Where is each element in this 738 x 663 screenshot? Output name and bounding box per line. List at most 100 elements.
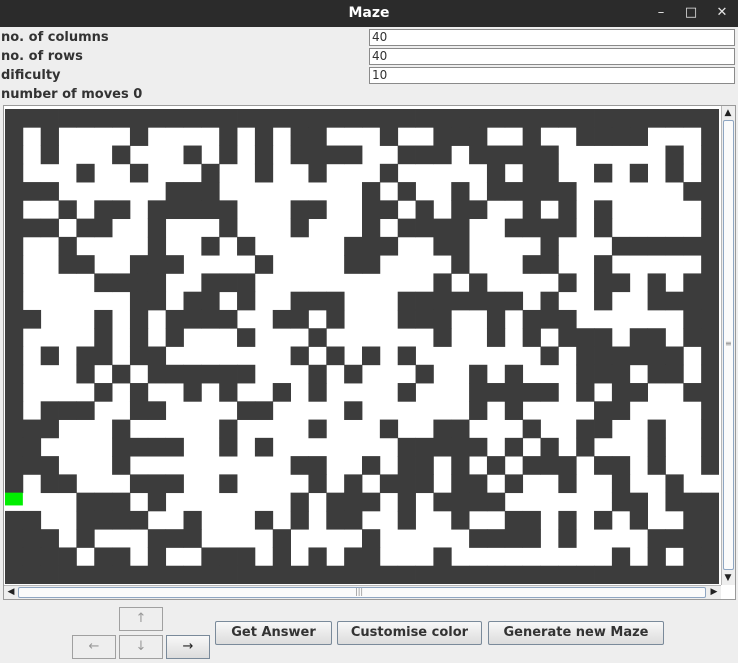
maze-wall-cell [522,145,541,165]
maze-wall-cell [594,200,613,220]
maze-wall-cell [683,529,702,548]
maze-wall-cell [308,547,327,567]
columns-input[interactable]: 40 [369,29,735,46]
maze-wall-cell [451,218,470,238]
maze-wall-cell [594,510,613,530]
maze-wall-cell [76,565,95,584]
maze-wall-cell [594,346,613,366]
maze-wall-cell [308,127,327,146]
vertical-scrollbar[interactable]: ▲ ≡ ▼ [721,106,735,585]
maximize-icon[interactable]: □ [682,4,700,22]
maze-wall-cell [683,510,702,530]
maze-wall-cell [486,492,506,512]
maze-wall-cell [701,346,719,366]
maze-wall-cell [58,401,77,420]
maze-wall-cell [5,328,24,347]
maze-wall-cell [165,200,184,220]
maze-wall-cell [76,401,95,420]
scroll-left-arrow-icon[interactable]: ◀ [5,586,17,598]
maze-wall-cell [58,565,77,584]
maze-wall-cell [486,565,506,584]
maze-wall-cell [701,145,719,165]
maze-wall-cell [647,419,666,439]
maze-wall-cell [504,383,524,402]
maze-wall-cell [129,474,149,494]
maze-wall-cell [5,364,24,384]
maze-wall-cell [701,565,719,584]
maze-wall-cell [397,291,416,311]
maze-wall-cell [397,218,416,238]
maze-wall-cell [5,273,24,293]
maze-wall-cell [183,364,202,384]
maze-wall-cell [647,109,666,128]
maze-wall-cell [611,273,631,293]
move-left-button[interactable]: ← [72,635,116,659]
maze-wall-cell [433,109,452,128]
move-right-button[interactable]: → [166,635,210,659]
maze-wall-cell [94,510,113,530]
maze-wall-cell [5,346,24,366]
maze-wall-cell [129,109,149,128]
rows-input[interactable]: 40 [369,48,735,65]
maze-wall-cell [326,309,345,329]
maze-wall-cell [594,255,613,274]
maze-wall-cell [58,474,77,494]
maze-wall-cell [701,182,719,201]
maze-wall-cell [362,529,381,548]
maze-wall-cell [379,236,399,256]
maze-wall-cell [254,127,274,146]
difficulty-input[interactable]: 10 [369,67,735,84]
maze-wall-cell [522,163,541,183]
maze-wall-cell [254,401,274,420]
maze-wall-cell [129,163,149,183]
scroll-up-arrow-icon[interactable]: ▲ [722,107,734,119]
maze-wall-cell [701,127,719,146]
maze-wall-cell [629,109,648,128]
maze-wall-cell [397,145,416,165]
maze-wall-cell [665,236,684,256]
maze-board[interactable] [5,109,719,584]
maze-wall-cell [219,200,238,220]
maze-wall-cell [5,255,24,274]
grip-icon: ||| [355,587,364,596]
scroll-down-arrow-icon[interactable]: ▼ [722,572,734,584]
maze-wall-cell [58,236,77,256]
maze-wall-cell [629,346,648,366]
maze-wall-cell [665,346,684,366]
maze-wall-cell [594,456,613,475]
maze-wall-cell [362,346,381,366]
get-answer-button[interactable]: Get Answer [215,621,332,645]
maze-wall-cell [76,529,95,548]
maze-wall-cell [147,401,167,420]
maze-wall-cell [237,273,256,293]
maze-wall-cell [5,182,24,201]
maze-wall-cell [219,127,238,146]
maze-wall-cell [522,218,541,238]
title-bar: Maze – □ ✕ [0,0,738,27]
horizontal-scrollbar[interactable]: ◀ ||| ▶ [4,585,721,599]
move-up-button[interactable]: ↑ [119,607,163,631]
maze-wall-cell [629,510,648,530]
maze-wall-cell [594,328,613,347]
maze-wall-cell [237,109,256,128]
maze-wall-cell [433,127,452,146]
generate-maze-button[interactable]: Generate new Maze [488,621,664,645]
scroll-right-arrow-icon[interactable]: ▶ [708,586,720,598]
move-down-button[interactable]: ↓ [119,635,163,659]
maze-wall-cell [290,510,309,530]
maze-wall-cell [76,510,95,530]
maze-wall-cell [379,163,399,183]
close-icon[interactable]: ✕ [713,4,731,22]
horizontal-scroll-thumb[interactable]: ||| [18,587,706,598]
maze-wall-cell [183,309,202,329]
maze-wall-cell [486,529,506,548]
customise-color-button[interactable]: Customise color [337,621,482,645]
minimize-icon[interactable]: – [652,4,670,22]
maze-wall-cell [165,109,184,128]
vertical-scroll-thumb[interactable]: ≡ [723,120,734,570]
maze-wall-cell [522,127,541,146]
maze-wall-cell [558,328,577,347]
maze-wall-cell [594,565,613,584]
maze-wall-cell [486,163,506,183]
maze-wall-cell [112,273,131,293]
